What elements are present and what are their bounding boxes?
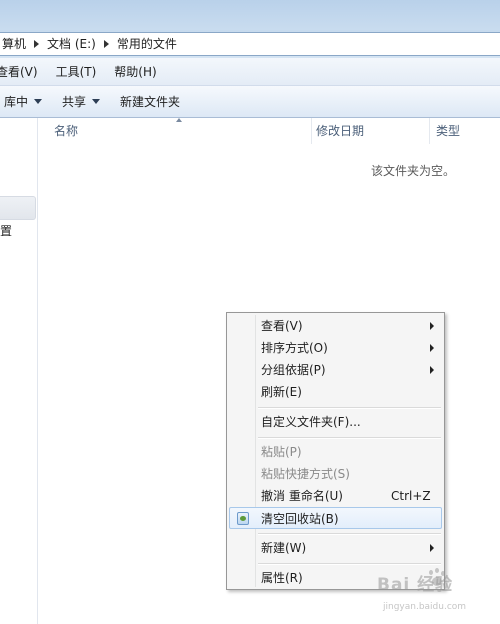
sort-arrow-icon — [176, 118, 182, 122]
baidu-jingyan-watermark: Bai 经验 jingyan.baidu.com — [377, 566, 495, 618]
menu-item-new[interactable]: 新建(W) — [229, 537, 442, 559]
share-button[interactable]: 共享 — [52, 87, 110, 117]
menu-item-paste-shortcut: 粘贴快捷方式(S) — [229, 463, 442, 485]
share-label: 共享 — [62, 94, 87, 109]
command-bar: 库中 共享 新建文件夹 — [0, 86, 500, 118]
new-folder-label: 新建文件夹 — [120, 94, 181, 109]
menu-item-view[interactable]: 查看(V) — [229, 315, 442, 337]
menu-help[interactable]: 帮助(H) — [114, 59, 162, 85]
empty-folder-message: 该文件夹为空。 — [371, 164, 456, 178]
column-header-type[interactable]: 类型 — [436, 118, 500, 144]
menu-bar: 查看(V) 工具(T) 帮助(H) — [0, 58, 500, 86]
menu-item-sort-by[interactable]: 排序方式(O) — [229, 337, 442, 359]
menu-item-view-label: 查看(V) — [261, 319, 303, 333]
menu-item-refresh-label: 刷新(E) — [261, 385, 302, 399]
menu-view[interactable]: 查看(V) — [0, 59, 44, 85]
nav-selected-item[interactable] — [0, 196, 36, 220]
menu-item-paste: 粘贴(P) — [229, 441, 442, 463]
breadcrumb-computer[interactable]: 算机 — [2, 33, 30, 55]
menu-tools[interactable]: 工具(T) — [56, 59, 103, 85]
include-in-library-label: 库中 — [4, 94, 29, 109]
menu-item-refresh[interactable]: 刷新(E) — [229, 381, 442, 403]
recycle-bin-icon — [237, 512, 249, 525]
menu-item-new-label: 新建(W) — [261, 541, 307, 555]
window-title-bar — [0, 0, 500, 30]
breadcrumb-drive-e[interactable]: 文档 (E:) — [43, 33, 100, 55]
watermark-url: jingyan.baidu.com — [383, 602, 467, 612]
column-divider[interactable] — [311, 118, 312, 144]
include-in-library-button[interactable]: 库中 — [0, 87, 52, 117]
menu-item-group-by-label: 分组依据(P) — [261, 363, 326, 377]
menu-item-undo-shortcut: Ctrl+Z — [391, 489, 431, 503]
menu-item-properties-label: 属性(R) — [261, 571, 303, 585]
column-divider[interactable] — [429, 118, 430, 144]
nav-item-label[interactable]: 置 — [0, 222, 12, 240]
context-menu: 查看(V) 排序方式(O) 分组依据(P) 刷新(E) 自定义文件夹(F)...… — [226, 312, 445, 590]
menu-item-empty-recycle-bin[interactable]: 清空回收站(B) — [229, 507, 442, 529]
menu-item-empty-recycle-bin-label: 清空回收站(B) — [261, 512, 339, 526]
menu-item-paste-shortcut-label: 粘贴快捷方式(S) — [261, 467, 350, 481]
column-header-name[interactable]: 名称 — [54, 118, 312, 144]
chevron-right-icon — [430, 322, 434, 330]
menu-separator — [258, 437, 441, 439]
menu-separator — [258, 407, 441, 409]
menu-separator — [258, 533, 441, 535]
menu-item-group-by[interactable]: 分组依据(P) — [229, 359, 442, 381]
breadcrumb-arrow-icon[interactable] — [103, 40, 109, 48]
new-folder-button[interactable]: 新建文件夹 — [110, 87, 190, 117]
breadcrumb-arrow-icon[interactable] — [34, 40, 40, 48]
navigation-pane[interactable]: 置 — [0, 118, 38, 624]
menu-item-customize-folder[interactable]: 自定义文件夹(F)... — [229, 411, 442, 433]
menu-item-customize-folder-label: 自定义文件夹(F)... — [261, 415, 361, 429]
menu-item-undo-rename[interactable]: 撤消 重命名(U) Ctrl+Z — [229, 485, 442, 507]
chevron-down-icon — [92, 99, 101, 104]
menu-item-paste-label: 粘贴(P) — [261, 445, 302, 459]
chevron-right-icon — [430, 544, 434, 552]
watermark-title: Bai 经验 — [377, 575, 454, 595]
menu-item-sort-by-label: 排序方式(O) — [261, 341, 328, 355]
chevron-right-icon — [430, 344, 434, 352]
column-header-date-modified[interactable]: 修改日期 — [316, 118, 432, 144]
breadcrumb-current-folder[interactable]: 常用的文件 — [113, 33, 181, 55]
address-bar: 算机 文档 (E:) 常用的文件 — [0, 30, 500, 58]
menu-item-undo-rename-label: 撤消 重命名(U) — [261, 489, 343, 503]
chevron-right-icon — [430, 366, 434, 374]
breadcrumb[interactable]: 算机 文档 (E:) 常用的文件 — [0, 32, 500, 56]
chevron-down-icon — [34, 99, 43, 104]
menu-separator — [258, 563, 441, 565]
